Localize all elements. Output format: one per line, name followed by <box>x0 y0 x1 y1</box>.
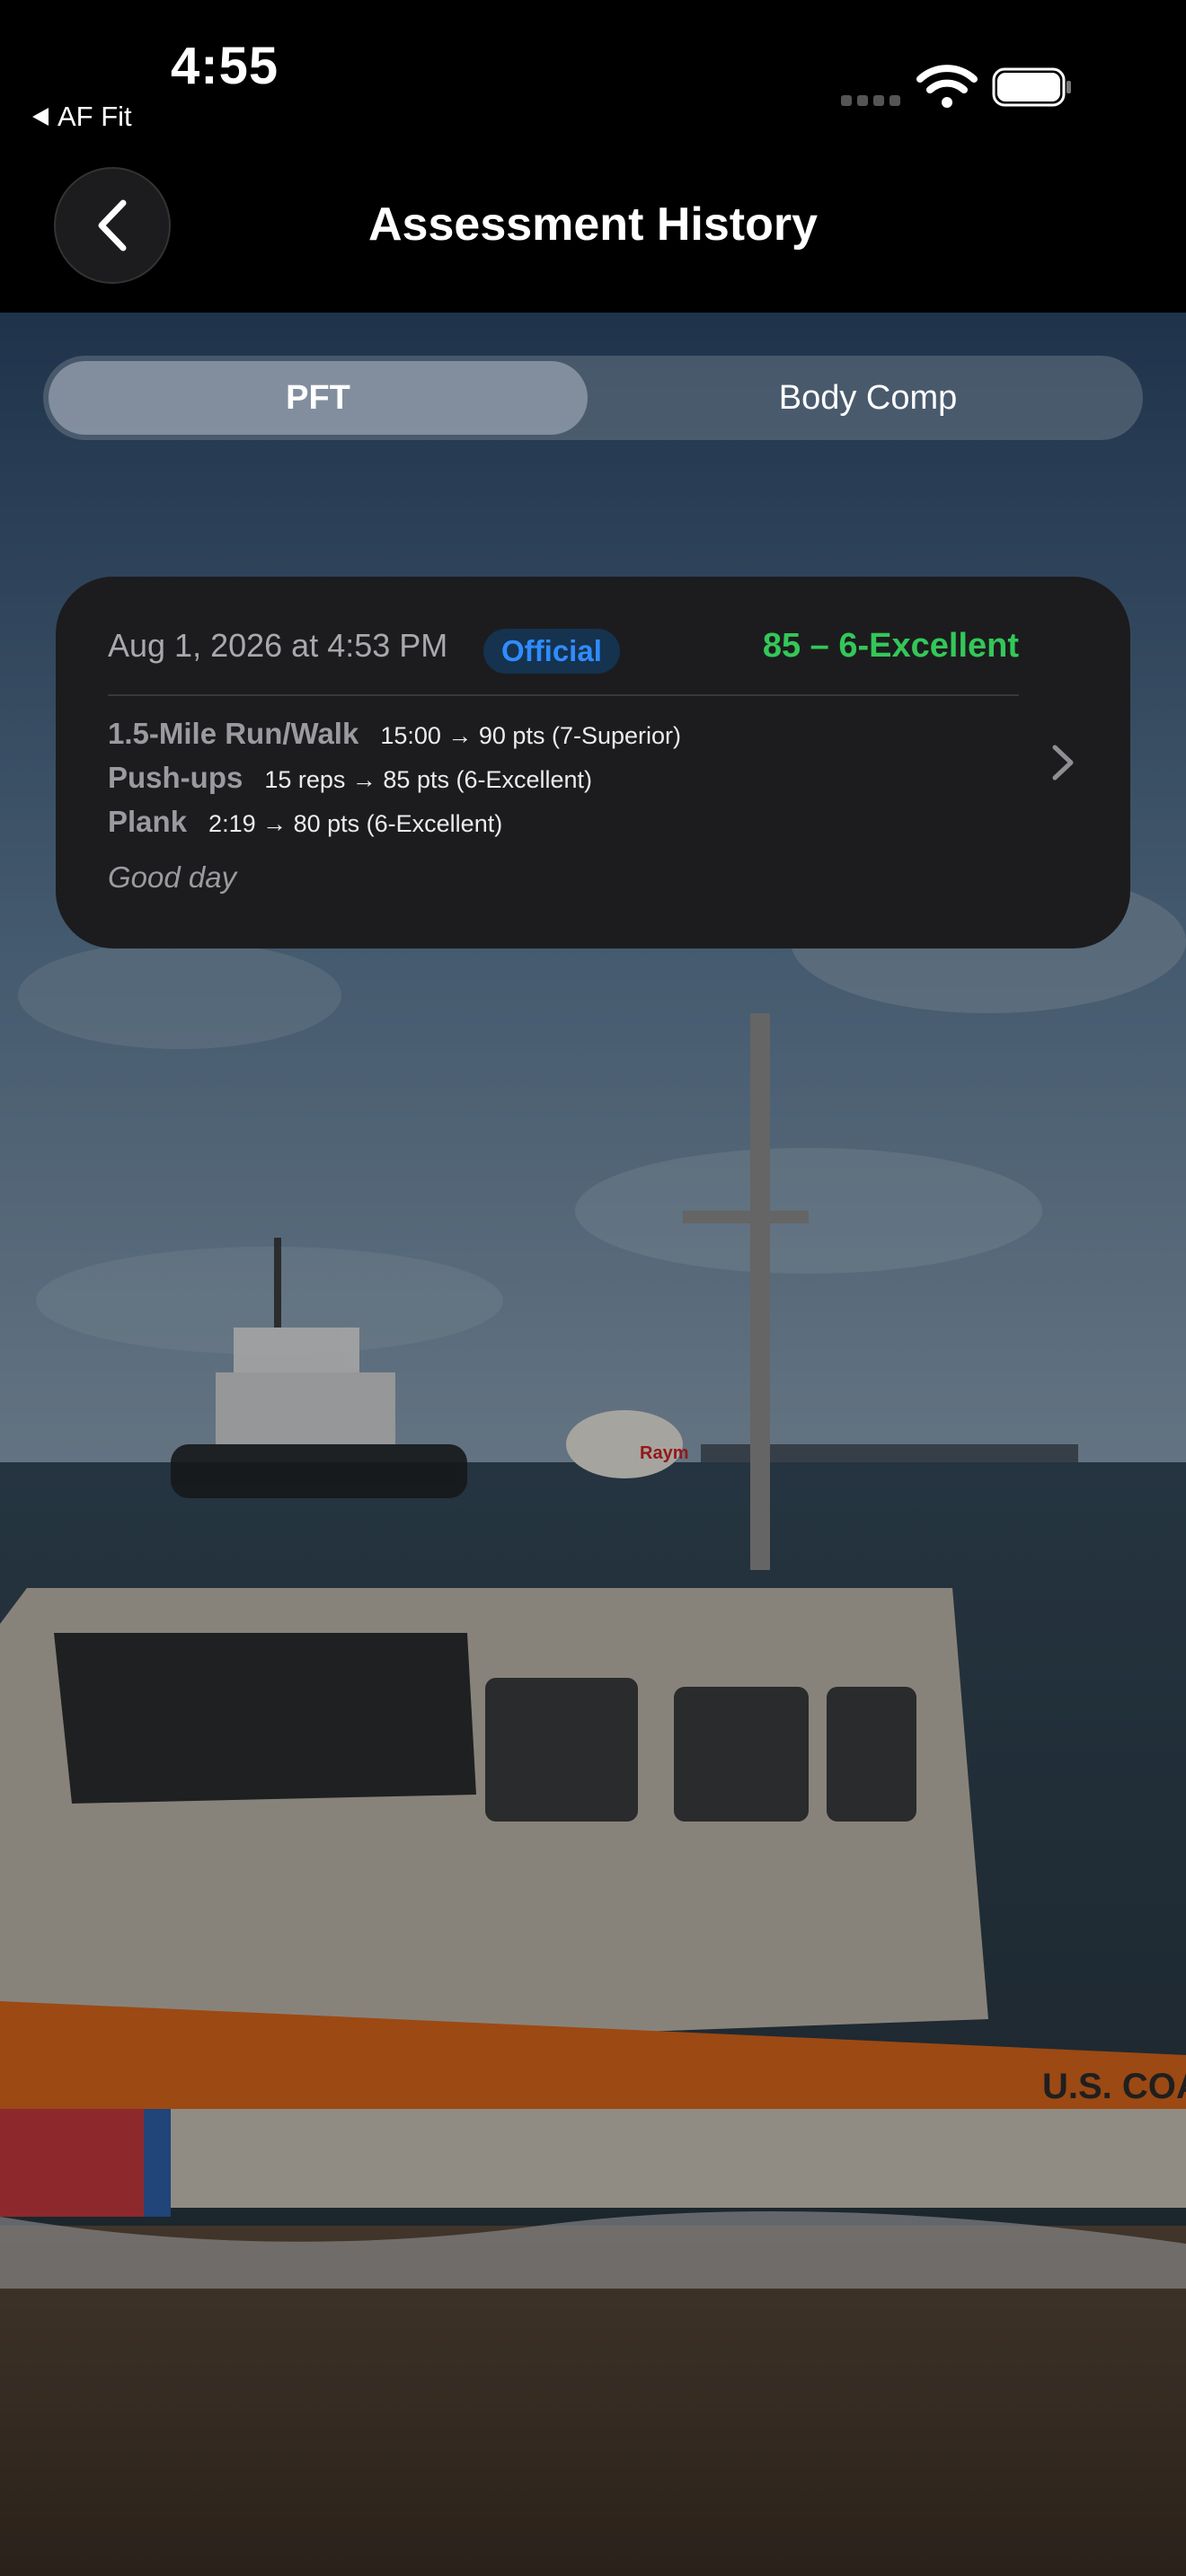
tab-body-comp[interactable]: Body Comp <box>598 361 1137 435</box>
navigation-bar: Assessment History <box>0 153 1186 313</box>
component-result: 2:19 → 80 pts (6-Excellent) <box>208 810 503 837</box>
status-bar: 4:55 AF Fit <box>0 0 1186 153</box>
chevron-right-icon <box>1052 745 1074 781</box>
component-event: 1.5-Mile Run/Walk <box>108 717 359 750</box>
component-result: 15:00 → 90 pts (7-Superior) <box>380 722 681 749</box>
component-result: 15 reps → 85 pts (6-Excellent) <box>264 766 593 793</box>
assessment-score: 85 – 6-Excellent <box>762 627 1019 665</box>
cellular-signal-icon <box>841 95 900 106</box>
component-event: Plank <box>108 805 188 838</box>
component-row-pushups: Push-ups 15 reps → 85 pts (6-Excellent) <box>108 761 592 795</box>
assessment-card[interactable]: Aug 1, 2026 at 4:53 PM Official 85 – 6-E… <box>56 577 1130 948</box>
back-to-app-link[interactable]: AF Fit <box>32 101 132 133</box>
component-row-plank: Plank 2:19 → 80 pts (6-Excellent) <box>108 805 502 839</box>
page-title: Assessment History <box>368 198 818 251</box>
wifi-icon <box>916 65 978 108</box>
back-app-label: AF Fit <box>58 101 132 132</box>
assessment-note: Good day <box>108 860 237 894</box>
component-row-run: 1.5-Mile Run/Walk 15:00 → 90 pts (7-Supe… <box>108 717 681 751</box>
back-triangle-icon <box>32 108 49 126</box>
battery-icon <box>992 67 1071 107</box>
component-event: Push-ups <box>108 761 243 794</box>
assessment-date: Aug 1, 2026 at 4:53 PM <box>108 627 448 664</box>
assessment-type-segmented-control: PFT Body Comp <box>43 356 1143 440</box>
screen: U.S. COAS Raym 4:55 AF Fit <box>0 0 1186 2576</box>
tab-pft[interactable]: PFT <box>49 361 588 435</box>
card-divider <box>108 694 1019 696</box>
official-badge: Official <box>483 629 620 674</box>
status-time: 4:55 <box>171 37 279 95</box>
